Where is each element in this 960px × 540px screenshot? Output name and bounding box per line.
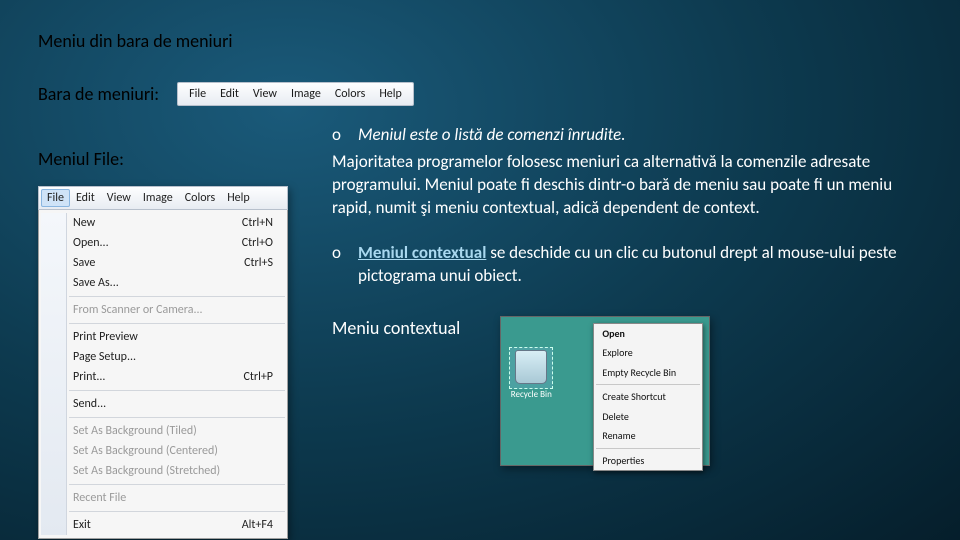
- menu-separator: [69, 296, 285, 297]
- context-menu-label: Meniu contextual: [332, 316, 460, 340]
- menubar-item[interactable]: View: [101, 189, 137, 207]
- bullet-2-term: Meniul contextual: [358, 242, 486, 263]
- menu-item[interactable]: Page Setup...: [39, 347, 287, 367]
- menubar-screenshot: File Edit View Image Colors Help: [177, 82, 414, 106]
- menu-separator: [69, 511, 285, 512]
- menu-item[interactable]: NewCtrl+N: [39, 213, 287, 233]
- menu-item: Set As Background (Stretched): [39, 461, 287, 481]
- menu-item: From Scanner or Camera...: [39, 300, 287, 320]
- menubar-item[interactable]: Image: [284, 85, 328, 103]
- file-menu-label: Meniul File:: [38, 148, 124, 170]
- menu-item[interactable]: ExitAlt+F4: [39, 515, 287, 535]
- context-menu-item[interactable]: Create Shortcut: [594, 387, 702, 407]
- recycle-bin[interactable]: Recycle Bin: [509, 347, 553, 401]
- menubar-item[interactable]: Edit: [70, 189, 101, 207]
- bullet-marker: o: [332, 124, 348, 147]
- menu-item: Set As Background (Centered): [39, 441, 287, 461]
- bullet-1-text: Meniul este o listă de comenzi înrudite.: [358, 124, 626, 147]
- paragraph-1: Majoritatea programelor folosesc meniuri…: [332, 151, 930, 220]
- menubar-item-file[interactable]: File: [41, 189, 70, 207]
- menu-item: Recent File: [39, 488, 287, 508]
- context-menu-item[interactable]: Empty Recycle Bin: [594, 363, 702, 383]
- context-menu: OpenExploreEmpty Recycle Bin Create Short…: [593, 323, 703, 472]
- context-menu-item[interactable]: Open: [594, 324, 702, 344]
- menubar-item[interactable]: Image: [137, 189, 179, 207]
- recycle-bin-icon: [515, 350, 547, 384]
- bullet-2-text: Meniul contextual se deschide cu un clic…: [358, 242, 930, 288]
- menu-item: Set As Background (Tiled): [39, 421, 287, 441]
- menubar-item[interactable]: Help: [221, 189, 256, 207]
- menubar-item[interactable]: View: [246, 85, 284, 103]
- menubar-item[interactable]: Colors: [328, 85, 372, 103]
- bullet-1: o Meniul este o listă de comenzi înrudit…: [332, 124, 930, 147]
- context-menu-item[interactable]: Properties: [594, 451, 702, 471]
- file-menu-screenshot: File Edit View Image Colors Help NewCtrl…: [38, 186, 288, 539]
- menubar-item[interactable]: Edit: [213, 85, 246, 103]
- menu-item[interactable]: Open...Ctrl+O: [39, 233, 287, 253]
- menubar-row: Bara de meniuri: File Edit View Image Co…: [38, 82, 414, 106]
- menu-item[interactable]: SaveCtrl+S: [39, 253, 287, 273]
- menubar-item[interactable]: Help: [372, 85, 409, 103]
- context-menu-item[interactable]: Delete: [594, 407, 702, 427]
- recycle-bin-label: Recycle Bin: [509, 389, 553, 401]
- menubar-label: Bara de meniuri:: [38, 83, 159, 105]
- file-menu-bar: File Edit View Image Colors Help: [38, 186, 288, 210]
- menu-separator: [596, 384, 700, 385]
- bullet-marker: o: [332, 242, 348, 288]
- menu-separator: [69, 323, 285, 324]
- menu-separator: [596, 448, 700, 449]
- context-menu-screenshot: Recycle Bin OpenExploreEmpty Recycle Bin…: [500, 316, 710, 466]
- menubar-item[interactable]: File: [182, 85, 213, 103]
- context-menu-row: Meniu contextual Recycle Bin OpenExplore…: [332, 316, 930, 466]
- menu-item[interactable]: Print Preview: [39, 327, 287, 347]
- file-menu-body: NewCtrl+NOpen...Ctrl+OSaveCtrl+SSave As.…: [38, 210, 288, 539]
- menu-item[interactable]: Save As...: [39, 273, 287, 293]
- menu-item[interactable]: Send...: [39, 394, 287, 414]
- bullet-2: o Meniul contextual se deschide cu un cl…: [332, 242, 930, 288]
- menu-icon-strip: [41, 213, 67, 535]
- menu-separator: [69, 484, 285, 485]
- menu-separator: [69, 390, 285, 391]
- menu-item[interactable]: Print...Ctrl+P: [39, 367, 287, 387]
- context-menu-item[interactable]: Rename: [594, 426, 702, 446]
- context-menu-item[interactable]: Explore: [594, 343, 702, 363]
- slide-title: Meniu din bara de meniuri: [38, 30, 233, 52]
- menu-separator: [69, 417, 285, 418]
- content-area: o Meniul este o listă de comenzi înrudit…: [332, 124, 930, 466]
- menubar-item[interactable]: Colors: [179, 189, 221, 207]
